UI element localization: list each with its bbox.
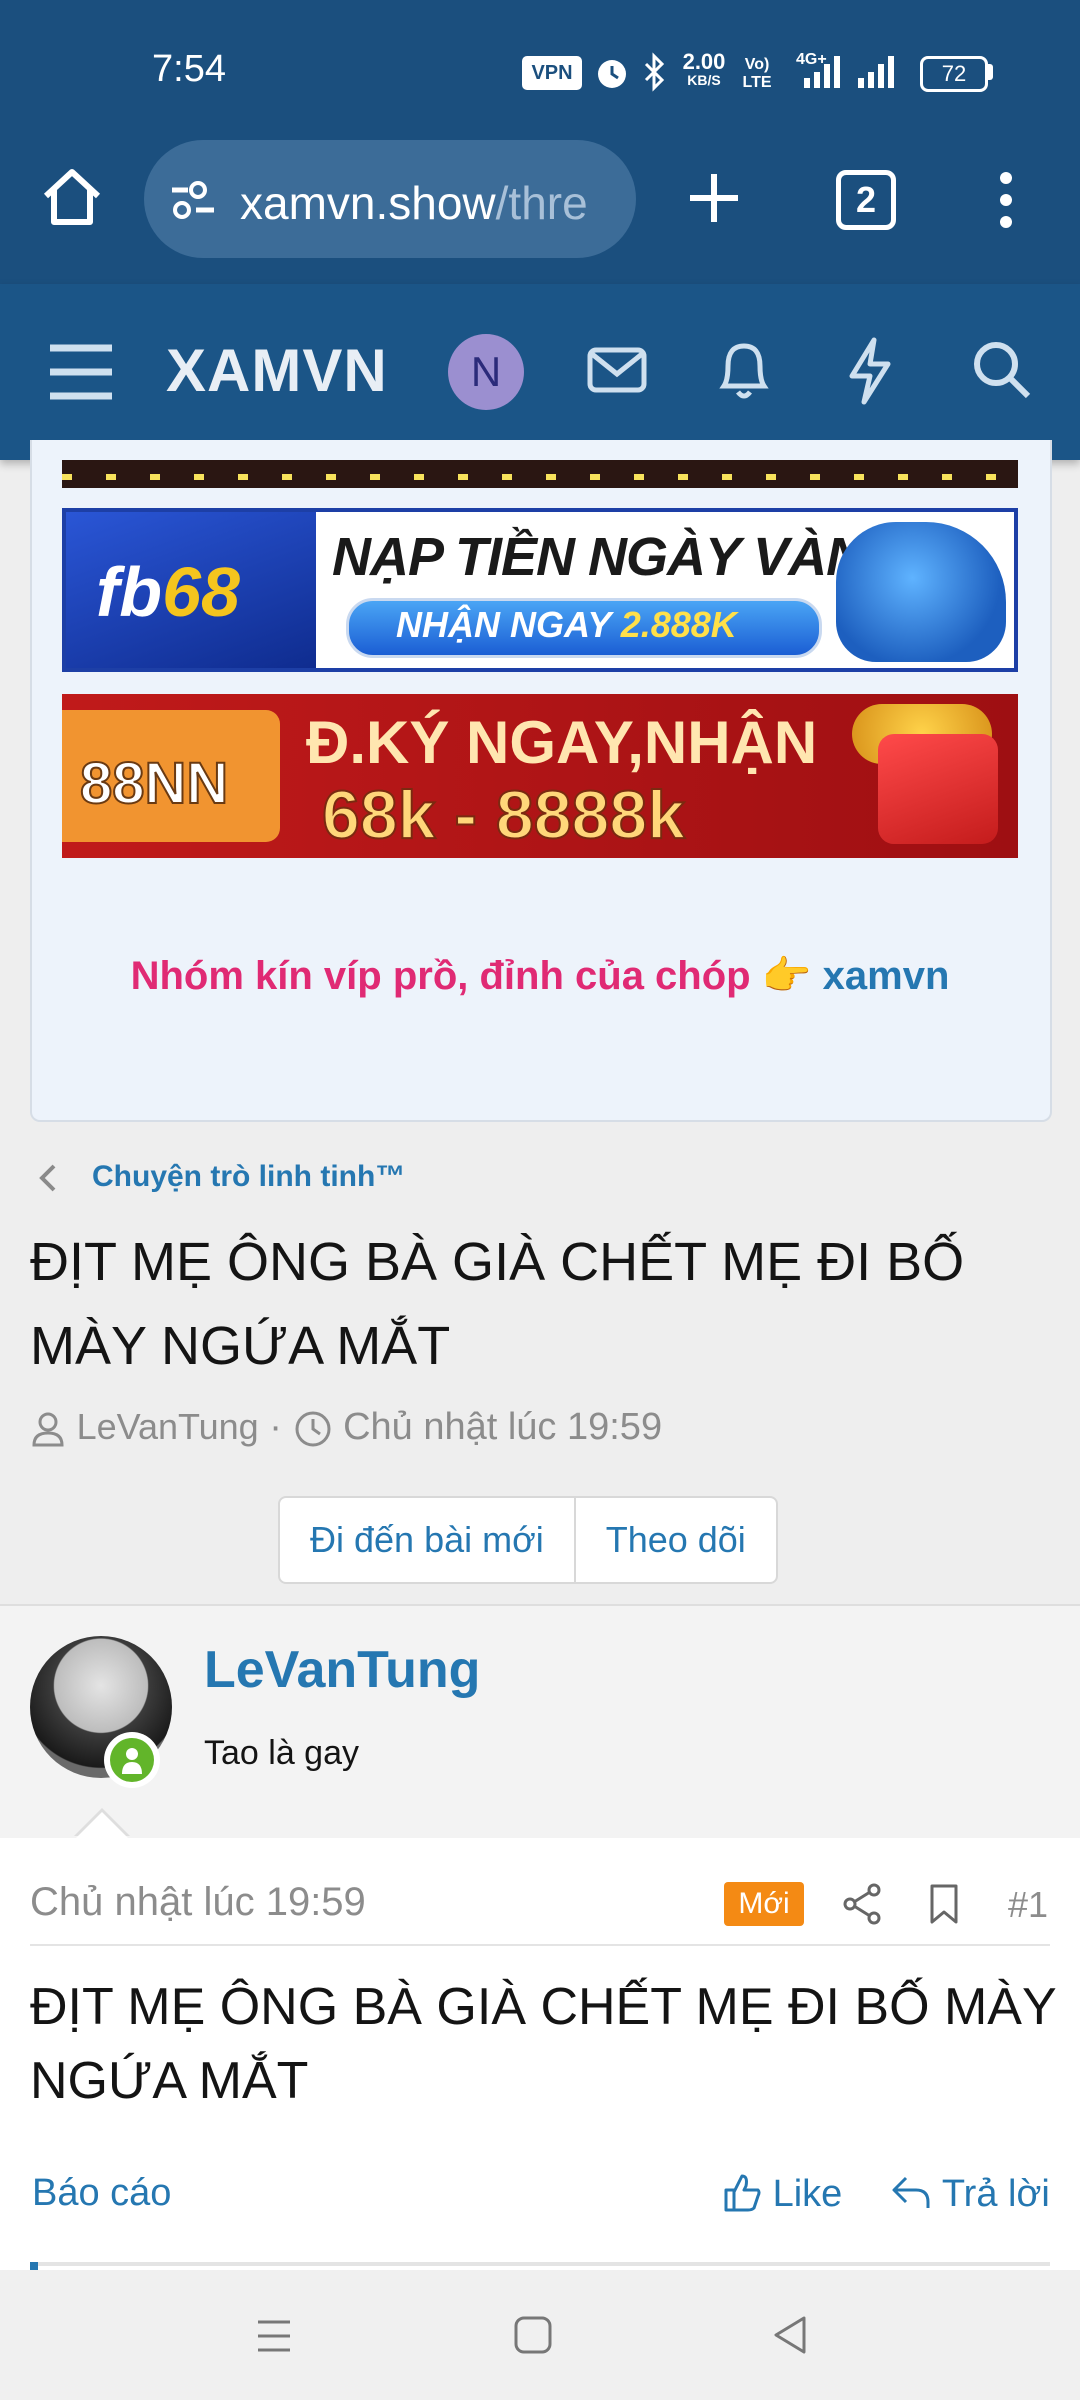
signal-2-icon [858, 56, 894, 88]
promo-tagline-link[interactable]: xamvn [823, 954, 950, 998]
thread-time[interactable]: Chủ nhật lúc 19:59 [343, 1406, 662, 1448]
promo-tagline: Nhóm kín víp prồ, đỉnh của chóp 👉 xamvn [30, 952, 1050, 999]
url-bar[interactable]: xamvn.show/thre [144, 140, 636, 258]
breadcrumb-back-icon[interactable] [34, 1160, 64, 1196]
follow-button[interactable]: Theo dõi [573, 1498, 776, 1582]
like-label: Like [772, 2173, 843, 2215]
thread-actions: Đi đến bài mới Theo dõi [278, 1496, 778, 1584]
site-header: XAMVN N [0, 284, 1080, 460]
fb68-title: NẠP TIỀN NGÀY VÀNG [332, 527, 906, 587]
clock-icon [295, 1411, 330, 1447]
go-to-new-post-button[interactable]: Đi đến bài mới [280, 1498, 574, 1582]
battery-tip [988, 64, 993, 80]
menu-icon[interactable] [992, 168, 1020, 232]
fb68-pill-text: NHẬN NGAY 2.888K [396, 604, 737, 645]
new-tab-icon[interactable] [686, 170, 742, 226]
88nn-banner[interactable]: 88NN Đ.KÝ NGAY,NHẬN 68k - 8888k [62, 694, 1018, 858]
reply-button[interactable]: Trả lời [890, 2172, 1050, 2216]
url-text[interactable]: xamvn.show/thre [240, 176, 620, 230]
thumbs-up-icon [724, 2174, 761, 2212]
home-nav-icon[interactable] [512, 2314, 554, 2356]
reply-label: Trả lời [941, 2173, 1050, 2215]
system-nav-bar [0, 2270, 1080, 2400]
like-button[interactable]: Like [722, 2172, 842, 2216]
bluetooth-icon [644, 52, 665, 92]
volte-indicator: Vo) LTE [742, 56, 772, 91]
88nn-line2: 68k - 8888k [321, 776, 686, 854]
vpn-indicator: VPN [522, 56, 582, 90]
promo-tagline-text: Nhóm kín víp prồ, đỉnh của chóp [130, 954, 751, 998]
account-avatar[interactable]: N [448, 334, 524, 410]
tab-switcher-button[interactable]: 2 [836, 170, 896, 230]
share-icon[interactable] [840, 1882, 884, 1926]
post-username[interactable]: LeVanTung [204, 1640, 480, 1700]
site-logo[interactable]: XAMVN [166, 336, 388, 405]
thread-meta: LeVanTung · Chủ nhật lúc 19:59 [30, 1406, 662, 1449]
page-title: ĐỊT MẸ ÔNG BÀ GIÀ CHẾT MẸ ĐI BỐ MÀY NGỨA… [30, 1232, 965, 1376]
battery-indicator: 72 [920, 56, 988, 92]
alarm-icon [598, 60, 626, 88]
breadcrumb[interactable]: Chuyện trò linh tinh™ [92, 1160, 405, 1194]
pointing-hand-icon: 👉 [761, 954, 812, 998]
post-time[interactable]: Chủ nhật lúc 19:59 [30, 1880, 366, 1925]
recents-icon[interactable] [254, 2316, 294, 2356]
whats-new-icon[interactable] [844, 336, 894, 406]
hamburger-icon[interactable] [46, 340, 116, 404]
user-caret [76, 1812, 128, 1838]
report-link[interactable]: Báo cáo [32, 2172, 171, 2215]
wallet-icon [878, 734, 998, 844]
user-icon [32, 1412, 64, 1447]
site-settings-icon[interactable] [168, 174, 218, 224]
banner-partial-lights [62, 474, 1018, 480]
net-speed: 2.00 KB/S [682, 49, 726, 89]
post-divider [30, 1944, 1050, 1946]
post-body: ĐỊT MẸ ÔNG BÀ GIÀ CHẾT MẸ ĐI BỐ MÀY NGỨA… [30, 1978, 1056, 2110]
fb68-banner[interactable]: fb68 NẠP TIỀN NGÀY VÀNG NHẬN NGAY 2.888K [62, 508, 1018, 672]
bookmark-icon[interactable] [924, 1882, 964, 1928]
reply-icon [892, 2176, 930, 2208]
new-badge: Mới [724, 1882, 804, 1926]
thread-author[interactable]: LeVanTung [77, 1406, 259, 1447]
next-post-border [30, 2262, 1050, 2266]
fb68-logo: fb68 [96, 553, 240, 631]
inbox-icon[interactable] [586, 342, 648, 398]
back-icon[interactable] [770, 2314, 812, 2356]
search-icon[interactable] [970, 338, 1034, 402]
status-time: 7:54 [152, 48, 226, 90]
online-user-icon [122, 1748, 142, 1774]
post-number[interactable]: #1 [1008, 1884, 1048, 1926]
88nn-line1: Đ.KÝ NGAY,NHẬN [306, 709, 818, 776]
88nn-logo: 88NN [79, 750, 229, 817]
signal-1-icon [804, 56, 840, 88]
shark-mascot-icon [836, 522, 1006, 662]
next-post-accent [30, 2262, 38, 2270]
home-icon[interactable] [36, 162, 108, 234]
status-bar: 7:54 VPN 2.00 KB/S Vo) LTE 4G+ 72 [0, 0, 1080, 140]
user-title: Tao là gay [204, 1734, 359, 1772]
bell-icon[interactable] [714, 336, 774, 404]
